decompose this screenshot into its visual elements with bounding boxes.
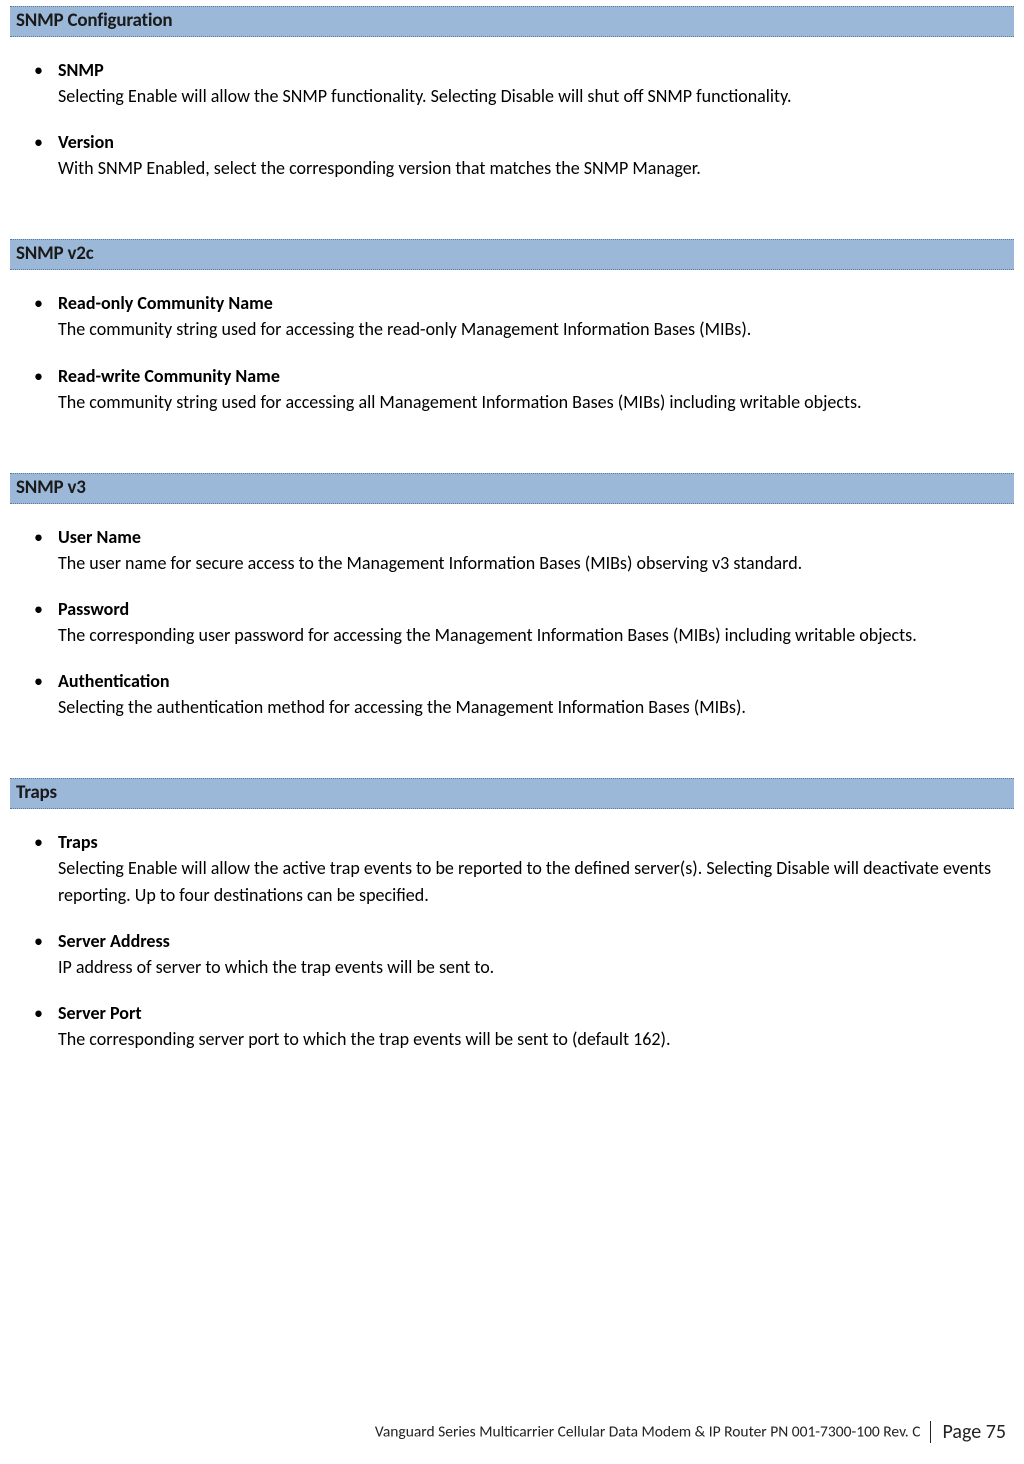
item-desc: The corresponding user password for acce… [58, 624, 917, 646]
list-item: Password The corresponding user password… [40, 596, 1014, 648]
item-title: Password [58, 596, 1014, 622]
section-items: SNMP Selecting Enable will allow the SNM… [10, 57, 1014, 181]
page-footer: Vanguard Series Multicarrier Cellular Da… [375, 1420, 1006, 1444]
item-desc: Selecting the authentication method for … [58, 696, 746, 718]
item-desc: IP address of server to which the trap e… [58, 956, 494, 978]
list-item: User Name The user name for secure acces… [40, 524, 1014, 576]
item-title: Read-only Community Name [58, 290, 1014, 316]
list-item: SNMP Selecting Enable will allow the SNM… [40, 57, 1014, 109]
item-desc: Selecting Enable will allow the SNMP fun… [58, 85, 792, 107]
section-header: SNMP v3 [10, 473, 1014, 504]
document-page: SNMP Configuration SNMP Selecting Enable… [0, 0, 1024, 1052]
footer-separator [930, 1421, 931, 1443]
list-item: Server Address IP address of server to w… [40, 928, 1014, 980]
item-title: Version [58, 129, 1014, 155]
item-desc: The community string used for accessing … [58, 318, 751, 340]
list-item: Traps Selecting Enable will allow the ac… [40, 829, 1014, 907]
list-item: Read-only Community Name The community s… [40, 290, 1014, 342]
item-title: Authentication [58, 668, 1014, 694]
item-title: SNMP [58, 57, 1014, 83]
item-desc: With SNMP Enabled, select the correspond… [58, 157, 701, 179]
list-item: Authentication Selecting the authenticat… [40, 668, 1014, 720]
footer-page-number: Page 75 [943, 1420, 1006, 1444]
item-title: Server Port [58, 1000, 1014, 1026]
item-desc: Selecting Enable will allow the active t… [58, 857, 991, 905]
section-header: SNMP v2c [10, 239, 1014, 270]
item-title: Traps [58, 829, 1014, 855]
section-header: SNMP Configuration [10, 6, 1014, 37]
section-items: Read-only Community Name The community s… [10, 290, 1014, 414]
item-title: Server Address [58, 928, 1014, 954]
item-desc: The user name for secure access to the M… [58, 552, 802, 574]
section-items: User Name The user name for secure acces… [10, 524, 1014, 721]
section-header: Traps [10, 778, 1014, 809]
item-title: Read-write Community Name [58, 363, 1014, 389]
item-desc: The community string used for accessing … [58, 391, 862, 413]
list-item: Server Port The corresponding server por… [40, 1000, 1014, 1052]
list-item: Read-write Community Name The community … [40, 363, 1014, 415]
footer-doc-title: Vanguard Series Multicarrier Cellular Da… [375, 1423, 921, 1442]
list-item: Version With SNMP Enabled, select the co… [40, 129, 1014, 181]
item-desc: The corresponding server port to which t… [58, 1028, 670, 1050]
section-items: Traps Selecting Enable will allow the ac… [10, 829, 1014, 1052]
item-title: User Name [58, 524, 1014, 550]
